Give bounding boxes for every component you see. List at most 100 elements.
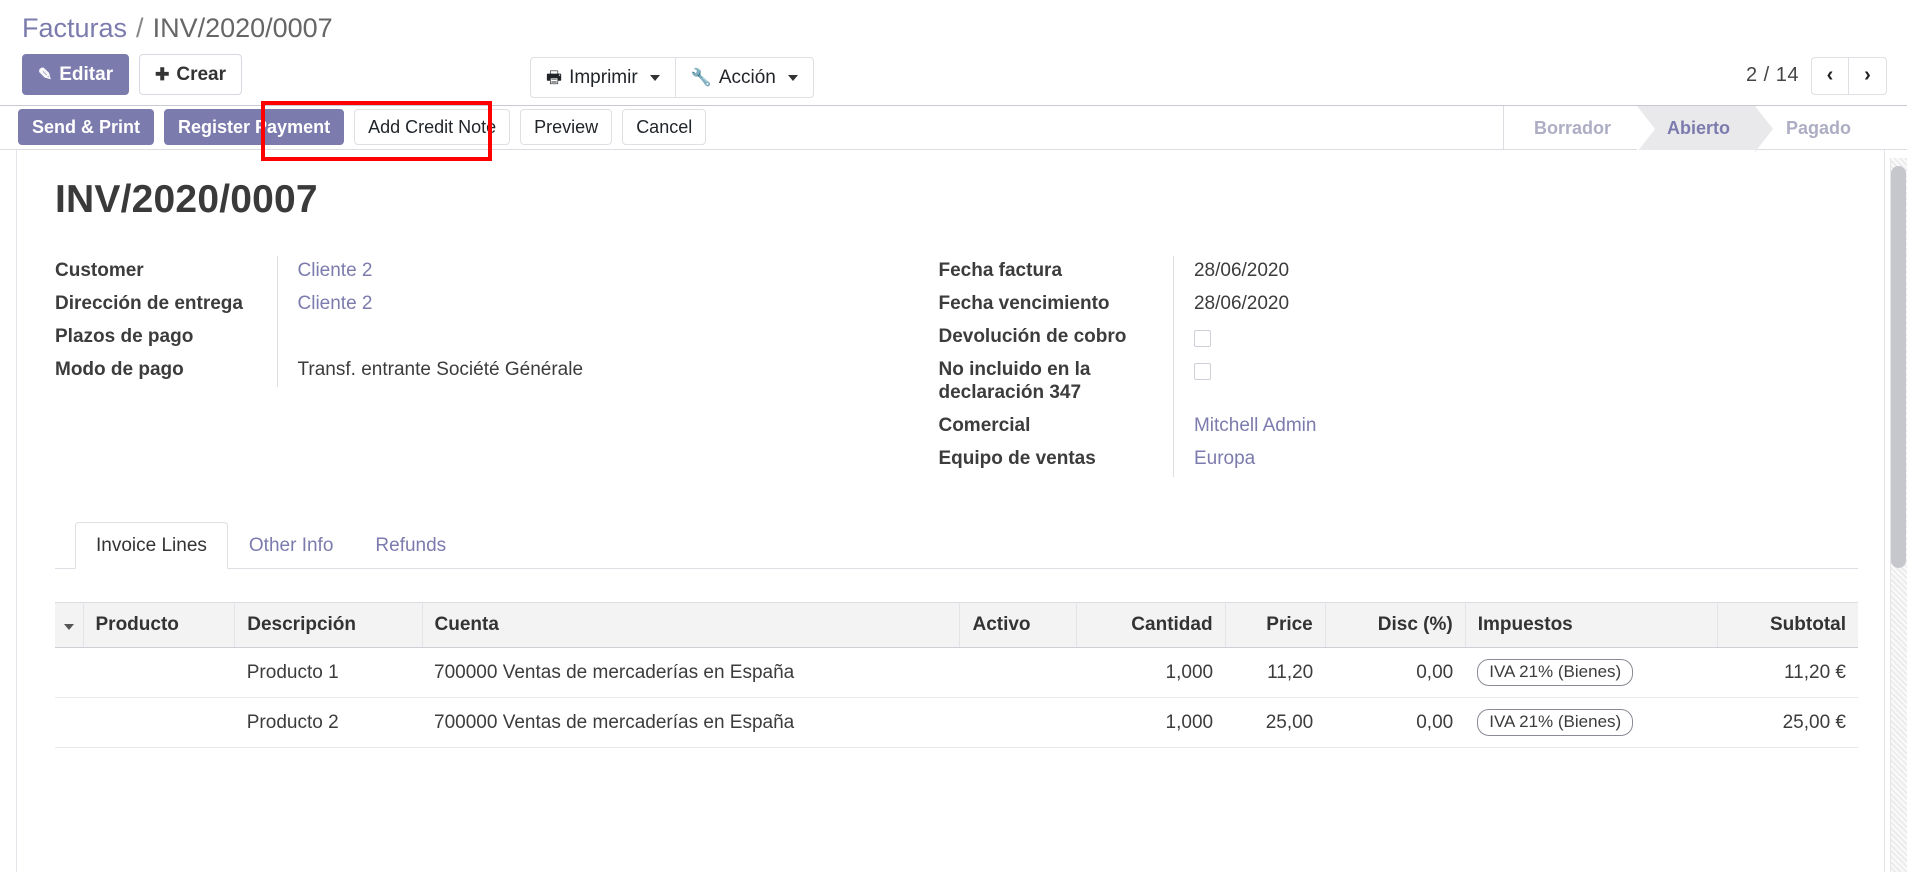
field-row-salesperson: Comercial Mitchell Admin: [938, 411, 1822, 445]
plus-icon: ✚: [155, 64, 170, 84]
cell-cantidad[interactable]: 1,000: [1076, 697, 1226, 749]
pager-previous-button[interactable]: ‹: [1811, 56, 1849, 95]
field-value-salesperson: Mitchell Admin: [1172, 411, 1822, 445]
tax-tag: IVA 21% (Bienes): [1477, 659, 1634, 687]
field-label-chargeback: Devolución de cobro: [938, 325, 1127, 347]
cell-disc[interactable]: 0,00: [1325, 697, 1466, 749]
cell-price[interactable]: 11,20: [1225, 647, 1326, 699]
field-value-payment-terms[interactable]: [276, 321, 939, 355]
invoice-lines-table: Producto Descripción Cuenta Activo Canti…: [55, 602, 1858, 749]
cell-descripcion[interactable]: Producto 1: [234, 647, 423, 699]
column-producto[interactable]: Producto: [83, 602, 236, 649]
create-button-label: Crear: [176, 63, 227, 85]
field-value-sales-team: Europa: [1172, 444, 1822, 478]
column-subtotal[interactable]: Subtotal: [1717, 602, 1858, 649]
action-button-label: Acción: [718, 66, 776, 88]
customer-link[interactable]: Cliente 2: [298, 260, 373, 281]
action-dropdown-button[interactable]: 🔧 Acción: [675, 56, 814, 98]
cell-producto[interactable]: [83, 697, 235, 749]
column-disc[interactable]: Disc (%): [1325, 602, 1466, 649]
cell-activo[interactable]: [959, 647, 1077, 699]
tab-refunds[interactable]: Refunds: [354, 522, 467, 569]
invoice-lines-header: Producto Descripción Cuenta Activo Canti…: [55, 602, 1858, 649]
field-row-due-date: Fecha vencimiento 28/06/2020: [938, 288, 1822, 322]
cell-cuenta[interactable]: 700000 Ventas de mercaderías en España: [422, 647, 960, 699]
status-stage-label: Pagado: [1785, 117, 1851, 138]
salesperson-link[interactable]: Mitchell Admin: [1194, 415, 1317, 436]
register-payment-button[interactable]: Register Payment: [164, 109, 345, 146]
preview-label: Preview: [534, 117, 599, 138]
cell-activo[interactable]: [959, 697, 1077, 749]
cell-disc[interactable]: 0,00: [1325, 647, 1466, 699]
field-row-excluded-347: No incluido en la declaración 347: [938, 354, 1822, 412]
send-and-print-button[interactable]: Send & Print: [18, 109, 155, 146]
excluded-347-checkbox[interactable]: [1193, 362, 1211, 380]
preview-button[interactable]: Preview: [520, 109, 613, 146]
wrench-icon: 🔧: [690, 67, 712, 87]
column-sort-handle[interactable]: [55, 602, 84, 649]
cell-subtotal[interactable]: 11,20 €: [1717, 647, 1858, 699]
cell-subtotal[interactable]: 25,00 €: [1717, 697, 1858, 749]
field-value-delivery-address: Cliente 2: [276, 288, 939, 322]
status-stage-abierto[interactable]: Abierto: [1636, 105, 1773, 152]
vertical-scrollbar[interactable]: [1890, 158, 1907, 872]
status-stage-pagado[interactable]: Pagado: [1756, 106, 1877, 151]
column-descripcion[interactable]: Descripción: [234, 602, 423, 649]
sales-team-link[interactable]: Europa: [1194, 448, 1255, 469]
control-panel-center-group: 🖶 Imprimir 🔧 Acción: [530, 56, 814, 98]
column-cuenta[interactable]: Cuenta: [422, 602, 961, 649]
add-credit-note-button[interactable]: Add Credit Note: [354, 109, 511, 146]
delivery-address-link[interactable]: Cliente 2: [298, 293, 373, 314]
pager-count: 2 / 14: [1745, 64, 1799, 87]
field-value-invoice-date[interactable]: 28/06/2020: [1172, 255, 1822, 289]
field-value-due-date[interactable]: 28/06/2020: [1172, 288, 1822, 322]
register-payment-label: Register Payment: [178, 117, 331, 138]
cell-producto[interactable]: [83, 647, 235, 699]
status-stage-borrador[interactable]: Borrador: [1504, 106, 1637, 151]
field-label-due-date: Fecha vencimiento: [938, 292, 1110, 314]
notebook-tabs: Invoice Lines Other Info Refunds: [55, 521, 1858, 570]
column-price[interactable]: Price: [1225, 602, 1326, 649]
tax-tag: IVA 21% (Bienes): [1477, 709, 1634, 737]
cell-impuestos[interactable]: IVA 21% (Bienes): [1465, 697, 1718, 749]
column-cantidad[interactable]: Cantidad: [1076, 602, 1226, 649]
table-row[interactable]: Producto 1 700000 Ventas de mercaderías …: [55, 647, 1858, 699]
chargeback-checkbox[interactable]: [1193, 330, 1211, 348]
add-credit-note-label: Add Credit Note: [368, 117, 497, 138]
cell-cantidad[interactable]: 1,000: [1076, 647, 1226, 699]
cell-cuenta[interactable]: 700000 Ventas de mercaderías en España: [422, 697, 960, 749]
column-impuestos[interactable]: Impuestos: [1465, 602, 1718, 649]
breadcrumb: Facturas / INV/2020/0007: [0, 0, 1907, 50]
breadcrumb-separator: /: [136, 13, 144, 43]
cell-price[interactable]: 25,00: [1225, 697, 1326, 749]
table-row[interactable]: Producto 2 700000 Ventas de mercaderías …: [55, 697, 1858, 749]
form-sheet: INV/2020/0007 Customer Cliente 2 Direcci…: [16, 149, 1885, 872]
field-row-customer: Customer Cliente 2: [55, 255, 939, 289]
edit-button[interactable]: ✎ Editar: [22, 53, 130, 95]
chevron-left-icon: ‹: [1826, 64, 1834, 87]
scrollbar-thumb[interactable]: [1891, 166, 1906, 568]
field-label-payment-mode: Modo de pago: [55, 358, 184, 380]
tab-invoice-lines[interactable]: Invoice Lines: [75, 522, 228, 570]
print-button-label: Imprimir: [569, 66, 638, 88]
page-title: INV/2020/0007: [55, 177, 318, 221]
create-button[interactable]: ✚ Crear: [139, 53, 243, 95]
field-row-payment-mode: Modo de pago Transf. entrante Société Gé…: [55, 354, 939, 388]
chevron-down-icon: [649, 75, 660, 82]
cell-descripcion[interactable]: Producto 2: [234, 697, 423, 749]
breadcrumb-root-facturas[interactable]: Facturas: [22, 13, 127, 44]
field-value-excluded-347: [1172, 354, 1822, 412]
column-activo[interactable]: Activo: [959, 602, 1077, 649]
row-handle[interactable]: [55, 647, 83, 699]
pager-next-button[interactable]: ›: [1849, 56, 1887, 95]
tab-other-info[interactable]: Other Info: [228, 522, 355, 569]
row-handle[interactable]: [55, 697, 83, 749]
cancel-button[interactable]: Cancel: [622, 109, 707, 146]
print-dropdown-button[interactable]: 🖶 Imprimir: [530, 56, 676, 98]
field-value-payment-mode[interactable]: Transf. entrante Société Générale: [276, 354, 939, 388]
cell-impuestos[interactable]: IVA 21% (Bienes): [1465, 647, 1718, 699]
table-header-row: Producto Descripción Cuenta Activo Canti…: [55, 602, 1858, 649]
tab-label: Other Info: [248, 535, 334, 557]
chevron-down-icon: [787, 75, 798, 82]
edit-button-label: Editar: [59, 63, 114, 85]
